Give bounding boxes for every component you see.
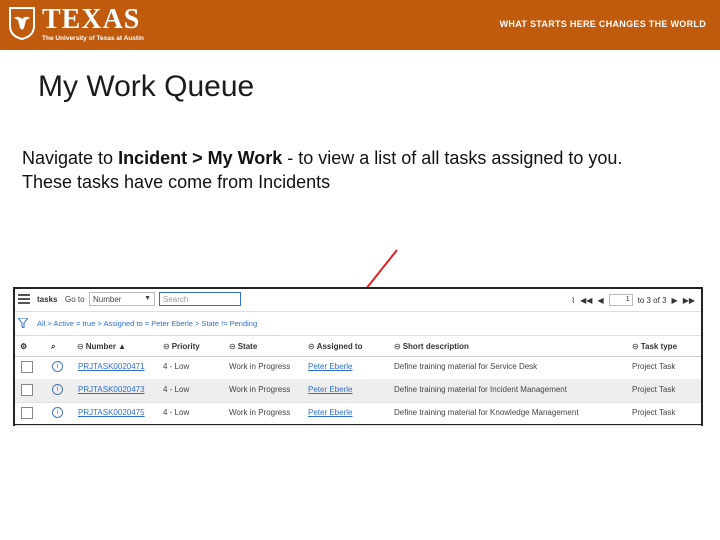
task-type: Project Task [632, 385, 676, 394]
field-select[interactable]: Number ▼ [89, 292, 155, 306]
col-assigned-to[interactable]: ⊝ Assigned to [308, 342, 362, 351]
task-description: Define training material for Incident Ma… [394, 385, 567, 394]
task-type: Project Task [632, 362, 676, 371]
pagination: ⌇ ◀◀ ◀ 1 to 3 of 3 ▶ ▶▶ [571, 293, 695, 307]
task-assigned-to[interactable]: Peter Eberle [308, 385, 352, 394]
col-task-type[interactable]: ⊝ Task type [632, 342, 677, 351]
field-select-value: Number [93, 295, 122, 304]
info-icon[interactable]: i [52, 407, 63, 418]
longhorn-seal-icon [9, 7, 35, 40]
brand-banner: TEXAS The University of Texas at Austin … [0, 0, 720, 50]
body-path: Incident > My Work [118, 148, 283, 168]
goto-label: Go to [65, 295, 85, 304]
menu-icon[interactable] [18, 294, 30, 304]
texas-wordmark: TEXAS [42, 4, 141, 35]
chevron-down-icon: ▼ [144, 295, 151, 302]
info-icon[interactable]: i [52, 384, 63, 395]
task-state: Work in Progress [229, 408, 291, 417]
row-checkbox[interactable] [21, 407, 33, 419]
search-icon[interactable]: ⌕ [51, 342, 55, 352]
col-state[interactable]: ⊝ State [229, 342, 257, 351]
filter-bar: All > Active = true > Assigned to = Pete… [15, 313, 701, 336]
col-number[interactable]: ⊝ Number ▲ [77, 342, 126, 351]
task-state: Work in Progress [229, 385, 291, 394]
table-row: i PRJTASK0020471 4 - Low Work in Progres… [15, 356, 701, 380]
task-assigned-to[interactable]: Peter Eberle [308, 408, 352, 417]
page-count: to 3 of 3 [637, 295, 667, 305]
table-header: ⚙ ⌕ ⊝ Number ▲ ⊝ Priority ⊝ State ⊝ Assigned… [15, 336, 701, 357]
info-icon[interactable]: i [52, 361, 63, 372]
slide-body: Navigate to Incident > My Work - to view… [22, 146, 662, 194]
pulse-icon[interactable]: ⌇ [571, 296, 575, 305]
last-page-icon[interactable]: ▶▶ [683, 296, 695, 305]
page-input[interactable]: 1 [608, 294, 633, 306]
embedded-screenshot: tasks Go to Number ▼ Search ⌇ ◀◀ ◀ 1 to 3… [13, 287, 703, 426]
task-type: Project Task [632, 408, 676, 417]
task-priority: 4 - Low [163, 408, 190, 417]
task-priority: 4 - Low [163, 362, 190, 371]
row-checkbox[interactable] [21, 361, 33, 373]
task-number[interactable]: PRJTASK0020475 [78, 408, 145, 417]
prev-page-icon[interactable]: ◀ [597, 296, 603, 305]
task-priority: 4 - Low [163, 385, 190, 394]
col-short-description[interactable]: ⊝ Short description [394, 342, 469, 351]
settings-gear-icon[interactable]: ⚙ [20, 342, 27, 351]
task-number[interactable]: PRJTASK0020471 [78, 362, 145, 371]
slide-title: My Work Queue [38, 70, 255, 103]
search-input[interactable]: Search [159, 292, 241, 306]
first-page-icon[interactable]: ◀◀ [580, 296, 592, 305]
list-toolbar: tasks Go to Number ▼ Search ⌇ ◀◀ ◀ 1 to 3… [15, 289, 701, 312]
col-priority[interactable]: ⊝ Priority [163, 342, 200, 351]
next-page-icon[interactable]: ▶ [672, 296, 678, 305]
table-row: i PRJTASK0020473 4 - Low Work in Progres… [15, 379, 701, 403]
task-description: Define training material for Knowledge M… [394, 408, 579, 417]
university-subline: The University of Texas at Austin [42, 35, 144, 42]
list-label: tasks [37, 295, 58, 304]
row-checkbox[interactable] [21, 384, 33, 396]
filter-icon[interactable] [18, 318, 28, 328]
task-number[interactable]: PRJTASK0020473 [78, 385, 145, 394]
task-state: Work in Progress [229, 362, 291, 371]
filter-breadcrumb[interactable]: All > Active = true > Assigned to = Pete… [37, 319, 257, 328]
table-row: i PRJTASK0020475 4 - Low Work in Progres… [15, 402, 701, 426]
task-description: Define training material for Service Des… [394, 362, 538, 371]
body-prefix: Navigate to [22, 148, 119, 168]
ut-logo: TEXAS The University of Texas at Austin [8, 6, 144, 44]
tagline: WHAT STARTS HERE CHANGES THE WORLD [499, 19, 706, 29]
task-assigned-to[interactable]: Peter Eberle [308, 362, 352, 371]
